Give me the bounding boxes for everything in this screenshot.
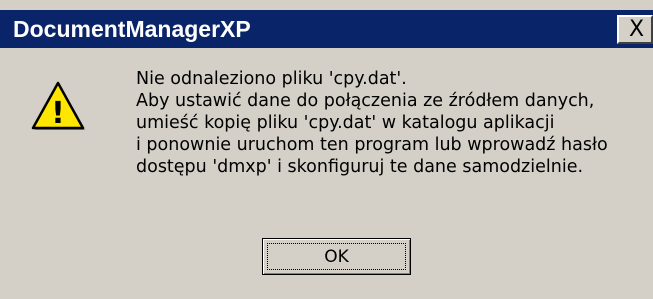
message-line: dostępu 'dmxp' i skonfiguruj te dane sam…: [136, 157, 584, 177]
ok-button-label: OK: [324, 247, 349, 267]
close-button[interactable]: X: [617, 15, 653, 44]
warning-icon: !: [31, 81, 85, 131]
ok-button[interactable]: OK: [262, 238, 411, 275]
title-bar[interactable]: DocumentManagerXP X: [0, 10, 653, 48]
warning-glyph: !: [51, 96, 65, 131]
close-icon: X: [629, 17, 645, 42]
message-text: Nie odnaleziono pliku 'cpy.dat'. Aby ust…: [136, 68, 653, 178]
message-line: umieść kopię pliku 'cpy.dat' w katalogu …: [136, 113, 555, 133]
message-line: Nie odnaleziono pliku 'cpy.dat'.: [136, 69, 407, 89]
message-line: i ponownie uruchom ten program lub wprow…: [136, 135, 608, 155]
message-dialog: DocumentManagerXP X ! Nie odnaleziono pl…: [0, 0, 653, 299]
message-line: Aby ustawić dane do połączenia ze źródłe…: [136, 91, 595, 111]
window-title: DocumentManagerXP: [13, 16, 251, 42]
